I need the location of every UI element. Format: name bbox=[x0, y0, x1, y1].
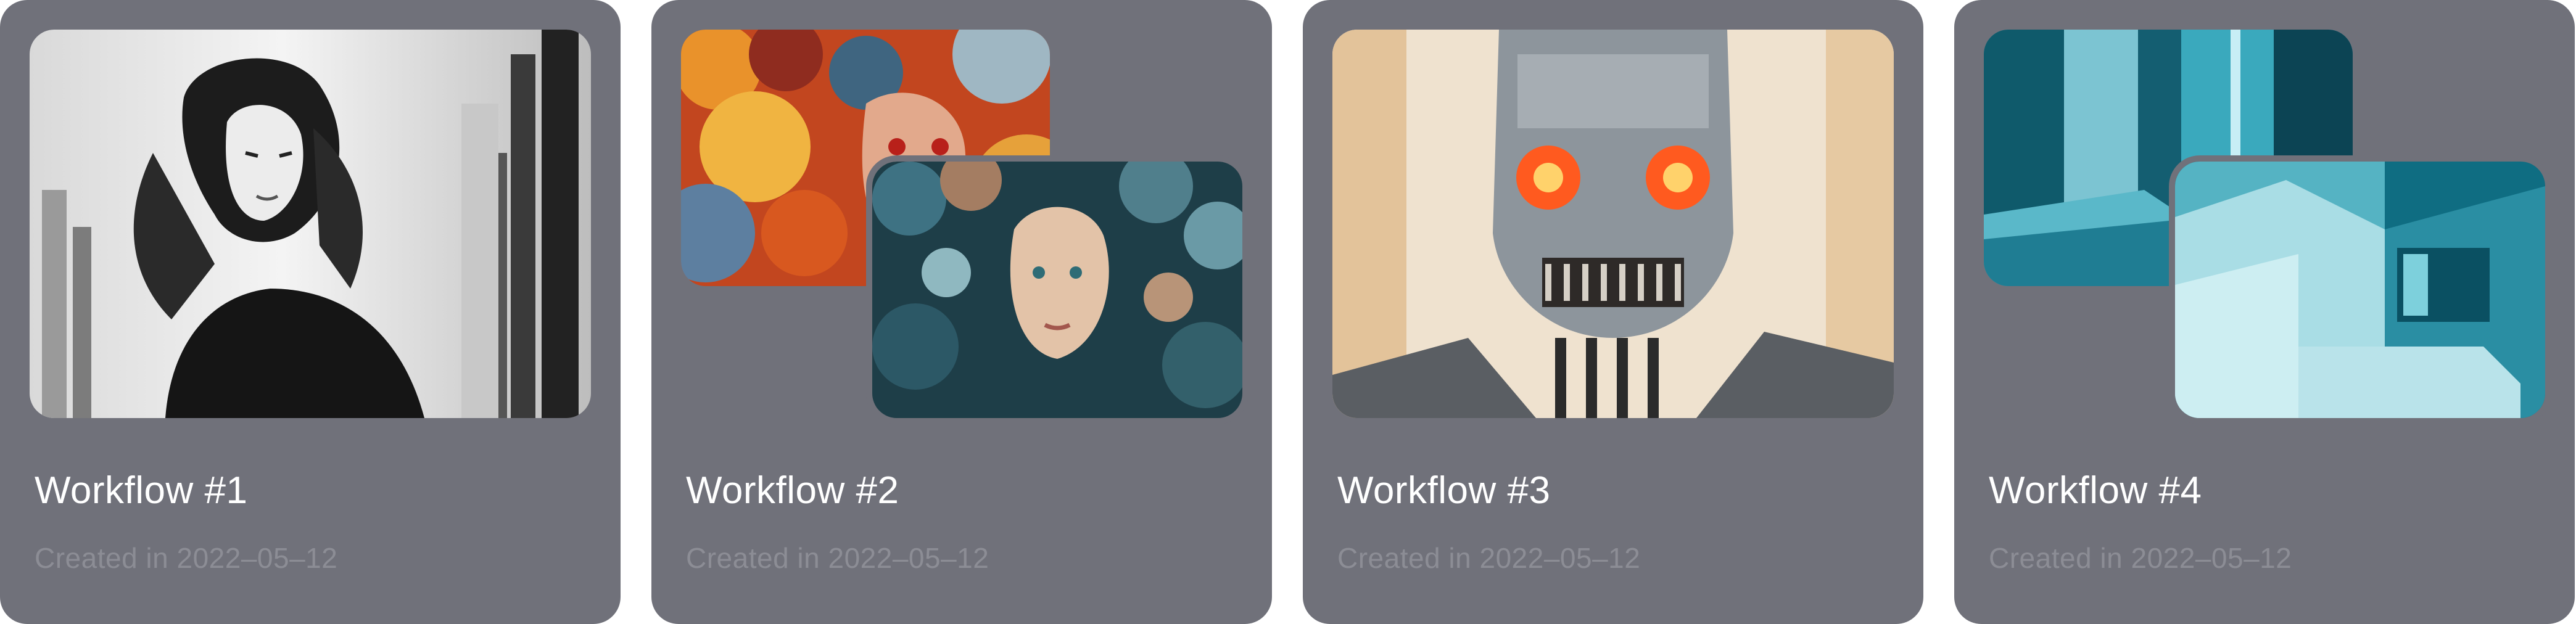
workflow-card-4[interactable]: Workflow #4 Created in 2022–05–12 bbox=[1954, 0, 2575, 624]
workflow-title: Workflow #4 bbox=[1989, 469, 2202, 512]
teal-building-image bbox=[2175, 162, 2545, 418]
workflow-title: Workflow #2 bbox=[686, 469, 899, 512]
workflow-created-date: Created in 2022–05–12 bbox=[686, 542, 989, 574]
workflow-thumbnail bbox=[1332, 30, 1894, 418]
workflow-card-3[interactable]: Workflow #3 Created in 2022–05–12 bbox=[1303, 0, 1923, 624]
portrait-image bbox=[30, 30, 591, 418]
robot-image bbox=[1332, 30, 1894, 418]
workflow-card-1[interactable]: Workflow #1 Created in 2022–05–12 bbox=[0, 0, 621, 624]
workflow-card-list: Workflow #1 Created in 2022–05–12 Workfl… bbox=[0, 0, 2576, 624]
workflow-created-date: Created in 2022–05–12 bbox=[1989, 542, 2292, 574]
workflow-title: Workflow #1 bbox=[35, 469, 248, 512]
workflow-thumbnail-front bbox=[872, 162, 1242, 418]
workflow-created-date: Created in 2022–05–12 bbox=[1337, 542, 1641, 574]
workflow-card-2[interactable]: Workflow #2 Created in 2022–05–12 bbox=[651, 0, 1272, 624]
workflow-thumbnail-front bbox=[2175, 162, 2545, 418]
floral-portrait-image bbox=[872, 162, 1242, 418]
workflow-created-date: Created in 2022–05–12 bbox=[35, 542, 338, 574]
workflow-title: Workflow #3 bbox=[1337, 469, 1551, 512]
workflow-thumbnail bbox=[30, 30, 591, 418]
